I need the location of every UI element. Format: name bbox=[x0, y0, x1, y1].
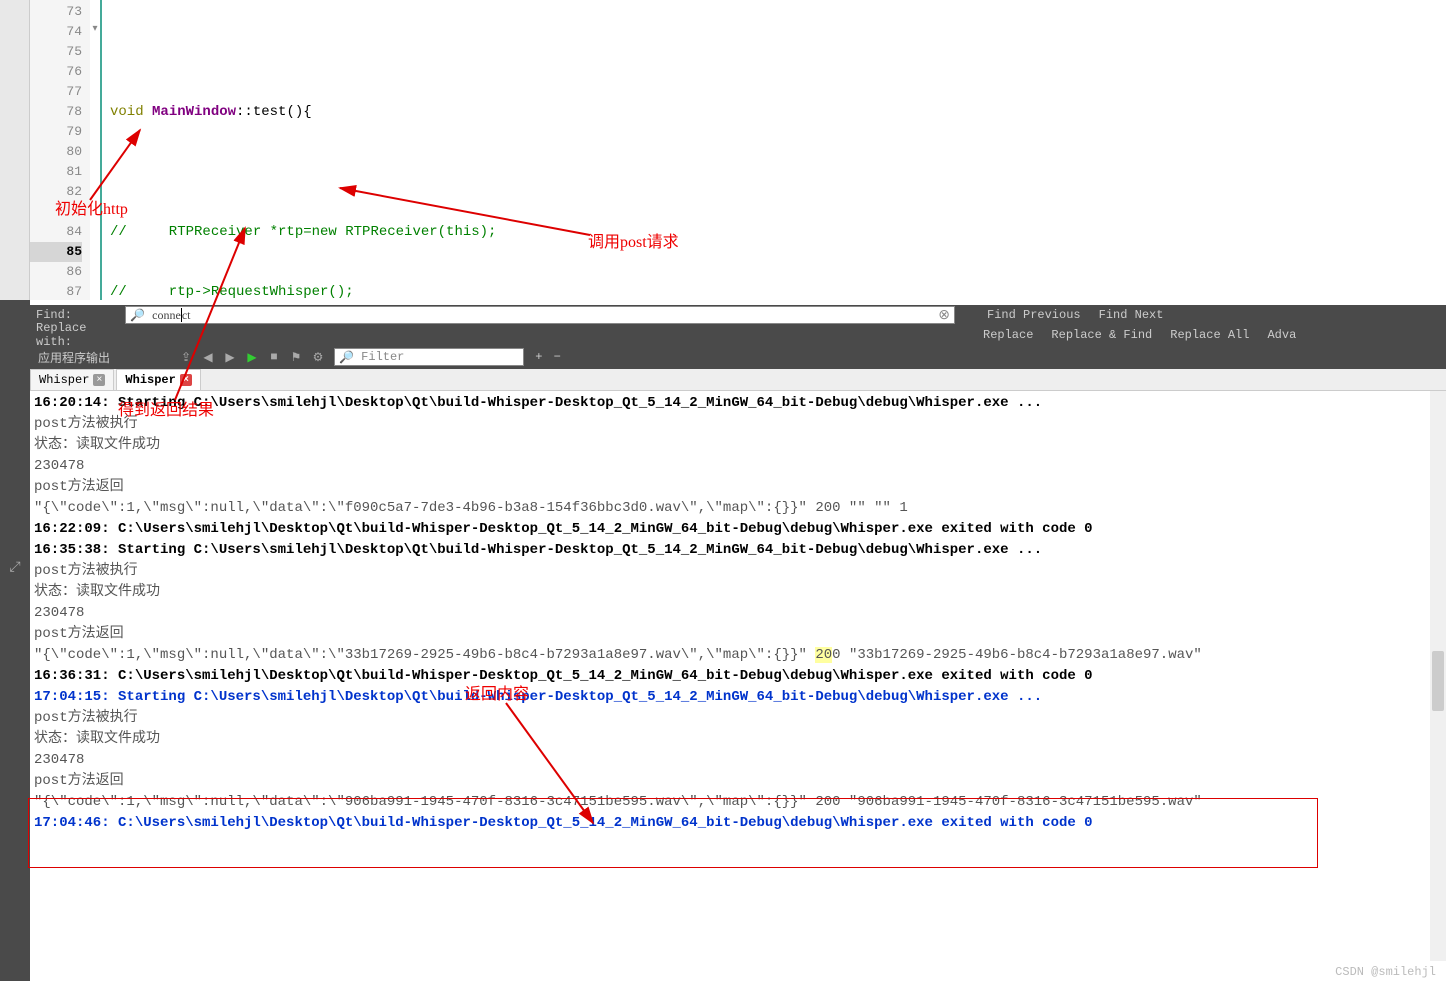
line-number: 77 bbox=[30, 82, 82, 102]
filter-placeholder: Filter bbox=[361, 350, 404, 364]
close-icon[interactable]: × bbox=[93, 374, 105, 386]
replace-find-button[interactable]: Replace & Find bbox=[1051, 328, 1152, 342]
editor-left-margin bbox=[0, 0, 30, 300]
output-panel-label: 应用程序输出 bbox=[30, 349, 118, 366]
watermark: CSDN @smilehjl bbox=[1335, 965, 1436, 979]
close-icon[interactable]: × bbox=[180, 374, 192, 386]
op: (){ bbox=[286, 104, 311, 120]
line-number: 84 bbox=[30, 222, 82, 242]
find-input[interactable]: 🔎 connect ⊗ bbox=[125, 306, 955, 324]
output-line: 16:22:09: C:\Users\smilehjl\Desktop\Qt\b… bbox=[34, 519, 1442, 540]
output-line: "{\"code\":1,\"msg\":null,\"data\":\"f09… bbox=[34, 498, 1442, 519]
flag-icon[interactable]: ⚑ bbox=[288, 349, 304, 365]
line-number-gutter: 73747576777879808182 84858687 bbox=[30, 0, 90, 300]
find-next-button[interactable]: Find Next bbox=[1099, 308, 1164, 322]
clear-icon[interactable]: ⊗ bbox=[938, 307, 950, 324]
line-number bbox=[30, 202, 82, 222]
run-icon[interactable]: ▶ bbox=[244, 349, 260, 365]
next-icon[interactable]: ▶ bbox=[222, 349, 238, 365]
advanced-button[interactable]: Adva bbox=[1267, 328, 1296, 342]
line-number: 80 bbox=[30, 142, 82, 162]
tab-label: Whisper bbox=[125, 373, 175, 387]
output-line: 230478 bbox=[34, 603, 1442, 624]
application-output[interactable]: 16:20:14: Starting C:\Users\smilehjl\Des… bbox=[30, 391, 1446, 961]
func-name: test bbox=[253, 104, 287, 120]
output-scrollbar[interactable] bbox=[1430, 391, 1446, 961]
output-line: 16:35:38: Starting C:\Users\smilehjl\Des… bbox=[34, 540, 1442, 561]
fold-strip: ▾ bbox=[90, 0, 102, 300]
output-line: 状态：读取文件成功 bbox=[34, 435, 1442, 456]
class-name: MainWindow bbox=[152, 104, 236, 120]
output-line: 17:04:15: Starting C:\Users\smilehjl\Des… bbox=[34, 687, 1442, 708]
line-number: 82 bbox=[30, 182, 82, 202]
line-number: 75 bbox=[30, 42, 82, 62]
output-line: 状态：读取文件成功 bbox=[34, 729, 1442, 750]
left-sidebar: ⤢ bbox=[0, 300, 30, 981]
settings-icon[interactable]: ⚙ bbox=[310, 349, 326, 365]
code-content[interactable]: void MainWindow::test(){ // RTPReceiver … bbox=[102, 0, 1446, 300]
zoom-in-icon[interactable]: + bbox=[528, 350, 550, 364]
line-number: 73 bbox=[30, 2, 82, 22]
keyword: void bbox=[110, 104, 144, 120]
sidebar-expand-icon[interactable]: ⤢ bbox=[0, 560, 30, 576]
line-number: 81 bbox=[30, 162, 82, 182]
find-replace-bar: Find: 🔎 connect ⊗ Find Previous Find Nex… bbox=[30, 305, 1446, 345]
output-line: 状态：读取文件成功 bbox=[34, 582, 1442, 603]
prev-icon[interactable]: ◀ bbox=[200, 349, 216, 365]
output-tabs: Whisper × Whisper × bbox=[30, 369, 1446, 391]
comment: // rtp->RequestWhisper(); bbox=[110, 284, 354, 300]
scrollbar-thumb[interactable] bbox=[1432, 651, 1444, 711]
output-line: "{\"code\":1,\"msg\":null,\"data\":\"33b… bbox=[34, 645, 1442, 666]
line-number: 76 bbox=[30, 62, 82, 82]
output-line: post方法被执行 bbox=[34, 561, 1442, 582]
output-line: post方法被执行 bbox=[34, 414, 1442, 435]
tab-label: Whisper bbox=[39, 373, 89, 387]
line-number: 85 bbox=[30, 242, 82, 262]
fold-marker-icon[interactable]: ▾ bbox=[90, 20, 100, 40]
output-line: post方法被执行 bbox=[34, 708, 1442, 729]
output-line: 230478 bbox=[34, 750, 1442, 771]
output-line: 16:36:31: C:\Users\smilehjl\Desktop\Qt\b… bbox=[34, 666, 1442, 687]
replace-all-button[interactable]: Replace All bbox=[1170, 328, 1249, 342]
output-tab[interactable]: Whisper × bbox=[30, 369, 114, 390]
output-line: 230478 bbox=[34, 456, 1442, 477]
find-label: Find: bbox=[30, 308, 125, 322]
output-line: post方法返回 bbox=[34, 771, 1442, 792]
line-number: 79 bbox=[30, 122, 82, 142]
highlight-box bbox=[28, 798, 1318, 868]
replace-button[interactable]: Replace bbox=[983, 328, 1033, 342]
attach-icon[interactable]: ⇪ bbox=[178, 349, 194, 365]
code-editor[interactable]: 73747576777879808182 84858687 ▾ void Main… bbox=[0, 0, 1446, 300]
line-number: 78 bbox=[30, 102, 82, 122]
search-icon: 🔎 bbox=[130, 308, 145, 323]
filter-input[interactable]: 🔎 Filter bbox=[334, 348, 524, 366]
output-toolbar: 应用程序输出 ⇪ ◀ ▶ ▶ ■ ⚑ ⚙ 🔎 Filter + − bbox=[30, 345, 1446, 369]
output-tab[interactable]: Whisper × bbox=[116, 369, 200, 390]
line-number: 74 bbox=[30, 22, 82, 42]
stop-icon[interactable]: ■ bbox=[266, 349, 282, 365]
search-icon: 🔎 bbox=[339, 350, 354, 365]
line-number: 86 bbox=[30, 262, 82, 282]
output-line: 16:20:14: Starting C:\Users\smilehjl\Des… bbox=[34, 393, 1442, 414]
find-previous-button[interactable]: Find Previous bbox=[987, 308, 1081, 322]
zoom-out-icon[interactable]: − bbox=[554, 350, 561, 364]
output-line: post方法返回 bbox=[34, 624, 1442, 645]
line-number: 87 bbox=[30, 282, 82, 302]
output-line: post方法返回 bbox=[34, 477, 1442, 498]
op: :: bbox=[236, 104, 253, 120]
comment: // RTPReceiver *rtp=new RTPReceiver(this… bbox=[110, 224, 496, 240]
